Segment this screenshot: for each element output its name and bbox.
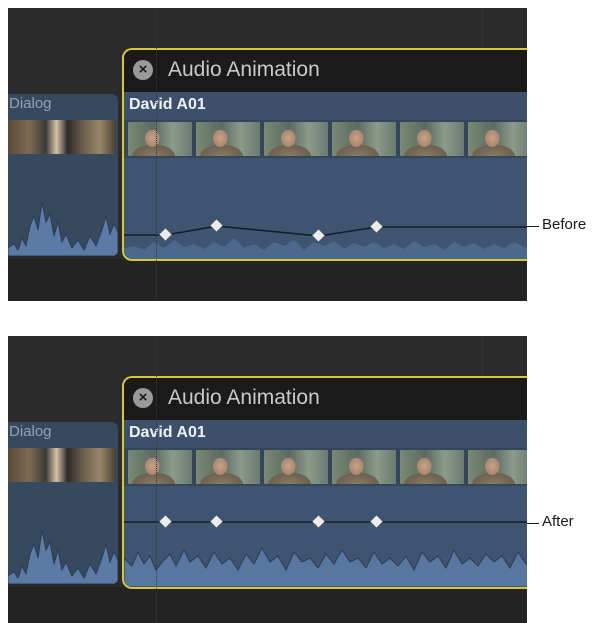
dialog-filmstrip [8,448,116,482]
close-icon[interactable]: × [133,60,153,80]
timeline-panel-after: Dialog × Audio Animation David A01 [8,336,527,623]
audio-animation-header: × Audio Animation [124,50,527,92]
filmstrip-thumbnail [468,122,527,156]
audio-animation-title: Audio Animation [168,58,320,81]
dialog-clip[interactable]: Dialog [8,94,118,256]
clip-filmstrip [124,448,527,486]
callout-leader-line [527,523,539,524]
clip-label: David A01 [129,424,206,441]
clip-filmstrip [124,120,527,158]
dialog-filmstrip [8,120,116,154]
dialog-audio-waveform [8,201,118,256]
audio-animation-editor[interactable]: × Audio Animation David A01 [122,376,527,589]
filmstrip-thumbnail [264,450,328,484]
audio-animation-title: Audio Animation [168,386,320,409]
filmstrip-thumbnail [196,122,260,156]
filmstrip-thumbnail [332,122,396,156]
audio-animation-editor[interactable]: × Audio Animation David A01 [122,48,527,261]
filmstrip-thumbnail [400,450,464,484]
filmstrip-thumbnail [196,450,260,484]
before-callout: Before [542,216,587,233]
audio-animation-header: × Audio Animation [124,378,527,420]
clip-label: David A01 [129,96,206,113]
keyframe-diamond[interactable] [369,219,384,234]
keyframe-diamond[interactable] [369,514,384,529]
close-icon[interactable]: × [133,388,153,408]
filmstrip-thumbnail [128,450,192,484]
keyframe-diamond[interactable] [209,514,224,529]
dialog-audio-waveform [8,529,118,584]
callout-leader-line [527,226,539,227]
dialog-clip[interactable]: Dialog [8,422,118,584]
filmstrip-thumbnail [468,450,527,484]
audio-volume-curve[interactable] [124,158,527,259]
keyframe-diamond[interactable] [311,228,326,243]
after-callout: After [542,513,574,530]
filmstrip-thumbnail [332,450,396,484]
audio-waveform-area [124,486,527,587]
keyframe-diamond[interactable] [158,514,173,529]
dialog-clip-label: Dialog [9,95,52,112]
timeline-track-bar [8,587,527,623]
filmstrip-thumbnail [400,122,464,156]
keyframe-diamond[interactable] [209,218,224,233]
timeline-panel-before: Dialog × Audio Animation David A01 [8,8,527,301]
filmstrip-thumbnail [128,122,192,156]
keyframe-diamond[interactable] [311,514,326,529]
filmstrip-thumbnail [264,122,328,156]
dialog-clip-label: Dialog [9,423,52,440]
audio-waveform-area [124,158,527,259]
keyframe-diamond[interactable] [158,227,173,242]
timeline-track-bar [8,259,527,301]
audio-volume-curve[interactable] [124,486,527,587]
